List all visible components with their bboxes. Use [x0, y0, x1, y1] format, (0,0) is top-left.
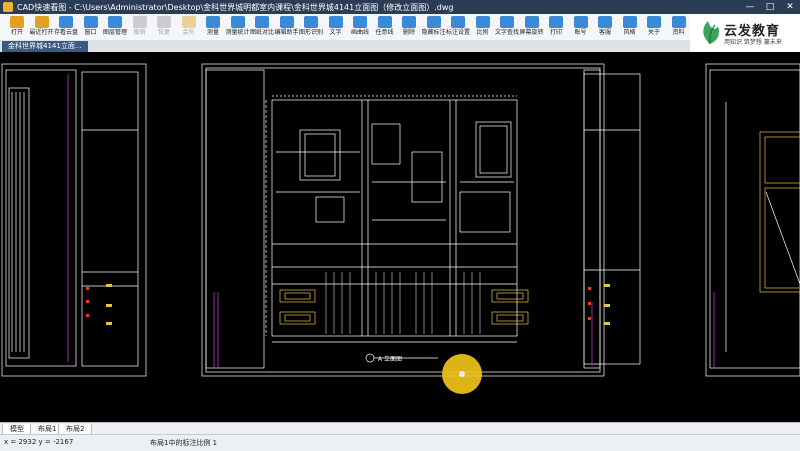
drawing-canvas[interactable]: A 立面图 [0, 52, 800, 422]
status-bar: x = 2932 y = -2167 布局1中的标注比例 1 [0, 434, 800, 451]
recognize-icon [304, 16, 318, 28]
cursor-coordinates: x = 2932 y = -2167 [4, 438, 74, 446]
toolbar-button-docs[interactable]: 资料 [664, 16, 694, 37]
about-icon [647, 16, 661, 28]
window-title: CAD快速看图 - C:\Users\Administrator\Desktop… [17, 2, 454, 12]
right-drawing-sheet [705, 63, 800, 377]
measure-icon [206, 16, 220, 28]
status-message: 布局1中的标注比例 1 [150, 439, 218, 447]
close-icon[interactable]: ✕ [780, 0, 800, 14]
title-bar: CAD快速看图 - C:\Users\Administrator\Desktop… [0, 0, 800, 14]
center-drawing-sheet [201, 63, 641, 377]
document-tabs: 金科世界城4141立面... [0, 40, 690, 52]
document-tab[interactable]: 金科世界城4141立面... [2, 41, 88, 52]
brand-slogan: 用知识 筑梦想 赢未来 [724, 39, 782, 46]
support-icon [598, 16, 612, 28]
window-controls: — □ ✕ [740, 0, 800, 14]
edit-helper-icon [279, 16, 294, 28]
cad-drawing: A 立面图 [1, 63, 800, 377]
left-drawing-sheet [1, 63, 147, 377]
drawing-title-mark: A 立面图 [378, 355, 402, 363]
window-icon [83, 16, 98, 28]
redo-icon [157, 16, 171, 28]
cloud-icon [59, 16, 73, 28]
dimension-marks [106, 284, 610, 325]
vip-icon [181, 16, 196, 28]
text-icon [328, 16, 343, 28]
undo-icon [132, 16, 147, 28]
cursor-highlight [442, 354, 482, 394]
polyline-icon [377, 16, 392, 28]
minimize-icon[interactable]: — [740, 0, 760, 14]
curve-icon [353, 16, 367, 28]
text-search-icon [500, 16, 514, 28]
leaf-logo-icon [703, 21, 720, 45]
app-icon [3, 2, 13, 12]
rotate-icon [524, 16, 539, 28]
brand-logo: 云发教育 用知识 筑梦想 赢未来 [690, 14, 800, 52]
print-icon [549, 16, 563, 28]
scale-icon [475, 16, 490, 28]
main-toolbar: 打开 最近打开 存看云盘 窗口 图层管理 撤销 恢复 会员 测量 测量统计 图纸对比 编辑助手 图形识别… [0, 14, 690, 41]
delete-icon [402, 16, 416, 28]
measure-stats-icon [230, 16, 245, 28]
maximize-icon[interactable]: □ [760, 0, 780, 14]
layers-icon [108, 16, 122, 28]
docs-icon [671, 16, 686, 28]
account-icon [573, 16, 588, 28]
style-icon [622, 16, 637, 28]
toolbar-label: 资料 [672, 29, 685, 36]
folder-open-icon [10, 16, 24, 28]
folder-recent-icon [34, 16, 49, 28]
annotation-settings-icon [451, 16, 465, 28]
compare-icon [255, 16, 269, 28]
hide-annotation-icon [426, 16, 441, 28]
